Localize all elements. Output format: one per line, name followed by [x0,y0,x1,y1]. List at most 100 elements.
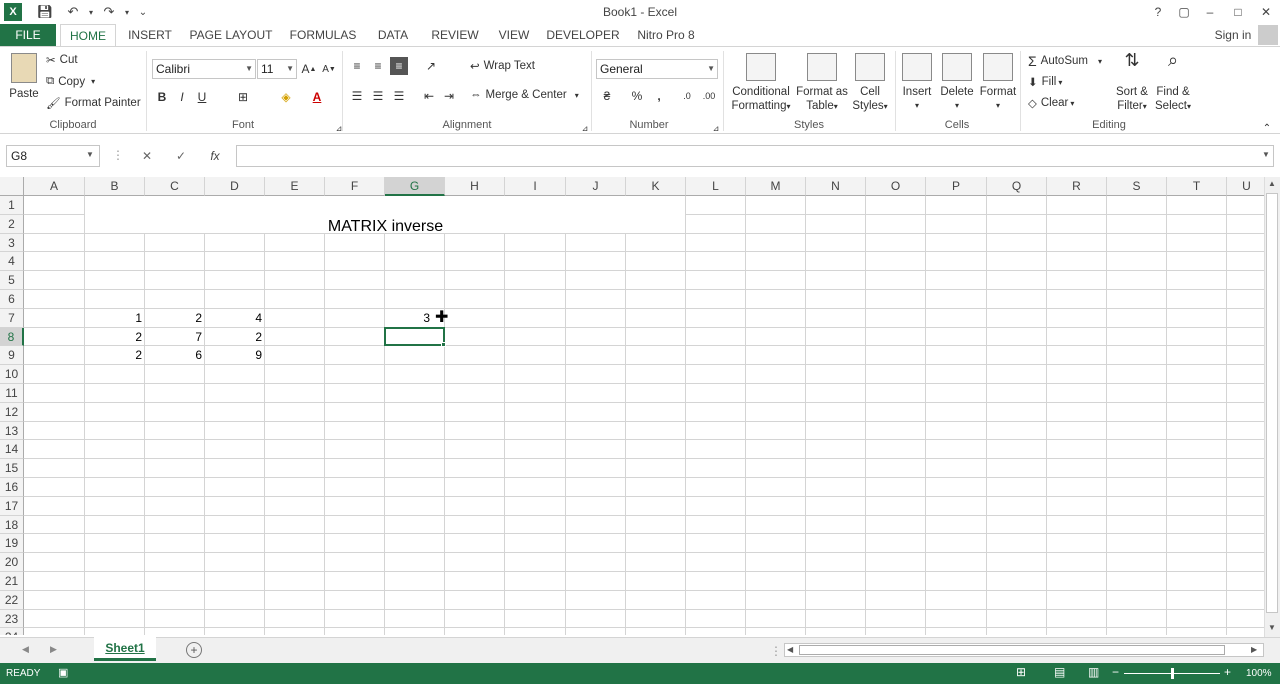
column-header-g[interactable]: G [385,177,445,196]
cell-g7[interactable]: 3 [385,311,433,325]
tab-file[interactable]: FILE [0,24,56,46]
italic-button[interactable]: I [173,88,191,106]
cut-button[interactable]: ✂ Cut [46,53,78,67]
fill-handle[interactable] [441,342,446,348]
zoom-out-icon[interactable]: − [1112,665,1119,679]
sort-filter-button[interactable]: ⇅ Sort & Filter▾ [1112,51,1152,114]
column-header-m[interactable]: M [746,177,806,196]
next-sheet-icon[interactable]: ▶ [50,644,57,655]
column-header-q[interactable]: Q [987,177,1047,196]
align-center-icon[interactable]: ☰ [369,87,387,105]
matrix-cell[interactable]: 2 [205,330,265,344]
vertical-scroll-thumb[interactable] [1266,193,1278,613]
formula-input[interactable] [236,145,1274,167]
orientation-icon[interactable]: ↗ [422,57,440,75]
matrix-cell[interactable]: 2 [85,348,145,362]
sheet-title-cell[interactable]: MATRIX inverse [85,218,686,236]
row-header-5[interactable]: 5 [0,271,24,290]
column-header-n[interactable]: N [806,177,866,196]
column-header-t[interactable]: T [1167,177,1227,196]
row-header-2[interactable]: 2 [0,214,24,234]
enter-icon[interactable]: ✓ [172,147,190,165]
paste-button[interactable]: Paste [6,53,42,101]
tab-developer[interactable]: DEVELOPER [546,24,620,46]
zoom-slider-thumb[interactable] [1171,668,1174,679]
row-header-7[interactable]: 7 [0,308,24,328]
format-as-table-button[interactable]: Format as Table▾ [796,53,848,114]
tab-data[interactable]: DATA [370,24,416,46]
merge-center-button[interactable]: ⇔ Merge & Center ▾ [470,89,579,101]
conditional-formatting-button[interactable]: Conditional Formatting▾ [728,53,794,114]
insert-function-icon[interactable]: fx [206,147,224,165]
column-header-l[interactable]: L [686,177,746,196]
scroll-right-icon[interactable]: ▶ [1251,645,1257,654]
row-header-13[interactable]: 13 [0,421,24,441]
percent-button[interactable]: % [628,87,646,105]
row-header-18[interactable]: 18 [0,515,24,535]
tab-nitro[interactable]: Nitro Pro 8 [630,24,702,46]
decrease-indent-icon[interactable]: ⇤ [420,87,438,105]
tab-view[interactable]: VIEW [492,24,536,46]
matrix-cell[interactable]: 1 [85,311,145,325]
column-header-d[interactable]: D [205,177,265,196]
scroll-up-icon[interactable]: ▲ [1268,179,1276,188]
column-header-f[interactable]: F [325,177,385,196]
column-header-e[interactable]: E [265,177,325,196]
row-header-9[interactable]: 9 [0,346,24,366]
align-left-icon[interactable]: ☰ [348,87,366,105]
tab-formulas[interactable]: FORMULAS [286,24,360,46]
matrix-cell[interactable]: 2 [85,330,145,344]
number-format-combo[interactable]: General ▼ [596,59,718,79]
row-header-15[interactable]: 15 [0,459,24,478]
decrease-decimal-icon[interactable]: .00 [700,87,718,105]
fill-button[interactable]: ⬇ Fill ▾ [1028,75,1062,89]
matrix-cell[interactable]: 2 [145,311,205,325]
increase-indent-icon[interactable]: ⇥ [440,87,458,105]
cell-styles-button[interactable]: Cell Styles▾ [850,53,890,114]
increase-decimal-icon[interactable]: .0 [678,87,696,105]
column-header-o[interactable]: O [866,177,926,196]
matrix-cell[interactable]: 6 [145,348,205,362]
ribbon-display-icon[interactable]: ▢ [1172,2,1196,22]
row-header-16[interactable]: 16 [0,478,24,497]
scroll-down-icon[interactable]: ▼ [1268,623,1276,632]
tab-insert[interactable]: INSERT [122,24,178,46]
find-select-button[interactable]: ⌕ Find & Select▾ [1152,51,1194,114]
close-icon[interactable]: ✕ [1254,2,1278,22]
column-header-j[interactable]: J [566,177,626,196]
column-header-s[interactable]: S [1107,177,1167,196]
avatar[interactable] [1258,25,1278,45]
format-painter-button[interactable]: 🖌︎ Format Painter [46,96,141,110]
column-header-r[interactable]: R [1047,177,1107,196]
prev-sheet-icon[interactable]: ◀ [22,644,29,655]
top-align-icon[interactable]: ≡ [348,57,366,75]
zoom-in-icon[interactable]: + [1224,665,1231,679]
row-header-12[interactable]: 12 [0,402,24,422]
add-sheet-icon[interactable]: + [186,642,202,658]
horizontal-scrollbar[interactable]: ◀ ▶ [784,643,1264,657]
active-cell-selection[interactable] [384,326,445,347]
normal-view-icon[interactable]: ⊞ [1016,665,1026,679]
row-header-22[interactable]: 22 [0,590,24,610]
minimize-icon[interactable]: – [1198,2,1222,22]
row-header-21[interactable]: 21 [0,572,24,591]
row-header-23[interactable]: 23 [0,609,24,629]
page-break-view-icon[interactable]: ▥ [1088,665,1099,679]
zoom-level[interactable]: 100% [1246,668,1272,679]
row-header-6[interactable]: 6 [0,290,24,309]
cancel-icon[interactable]: ✕ [138,147,156,165]
font-size-combo[interactable]: 11 ▼ [257,59,297,79]
row-header-4[interactable]: 4 [0,252,24,272]
row-header-3[interactable]: 3 [0,233,24,253]
decrease-font-icon[interactable]: A ▼ [320,60,338,78]
tab-review[interactable]: REVIEW [426,24,484,46]
font-name-combo[interactable]: Calibri ▼ [152,59,256,79]
fill-color-icon[interactable]: ◈ [277,88,295,106]
column-header-h[interactable]: H [445,177,505,196]
chevron-down-icon[interactable]: ▼ [86,150,94,159]
format-cells-button[interactable]: Format ▾ [978,53,1018,113]
column-header-a[interactable]: A [24,177,85,196]
row-header-24[interactable]: 24 [0,628,24,635]
row-header-1[interactable]: 1 [0,196,24,215]
select-all-corner[interactable] [0,177,24,196]
